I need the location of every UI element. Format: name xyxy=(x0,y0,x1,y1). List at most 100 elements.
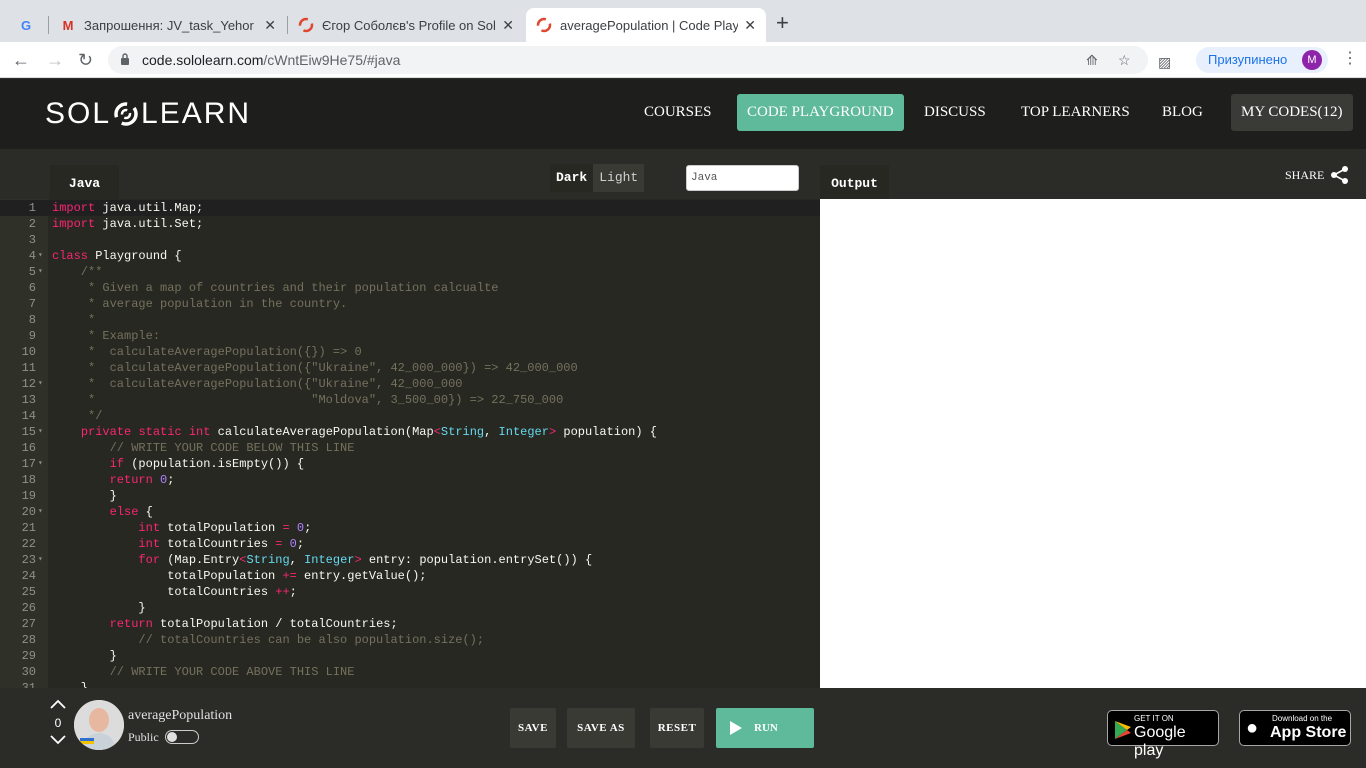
output-panel xyxy=(820,199,1366,688)
code-line[interactable]: 8 * xyxy=(0,312,820,328)
reset-button[interactable]: RESET xyxy=(650,708,704,748)
public-toggle[interactable] xyxy=(165,730,199,744)
code-line[interactable]: 14 */ xyxy=(0,408,820,424)
code-line[interactable]: 7 * average population in the country. xyxy=(0,296,820,312)
line-number: 8 xyxy=(28,313,36,327)
close-icon[interactable]: ✕ xyxy=(264,17,276,34)
code-line[interactable]: 20 ▾ else { xyxy=(0,504,820,520)
fold-arrow-icon[interactable]: ▾ xyxy=(38,504,43,520)
code-line[interactable]: 18 return 0; xyxy=(0,472,820,488)
line-number: 30 xyxy=(21,665,36,679)
save-button[interactable]: SAVE xyxy=(510,708,556,748)
output-tab[interactable]: Output xyxy=(820,165,889,199)
save-as-button[interactable]: SAVE AS xyxy=(567,708,635,748)
code-text: } xyxy=(52,601,146,615)
nav-blog[interactable]: BLOG xyxy=(1152,94,1213,131)
nav-my-codes[interactable]: MY CODES(12) xyxy=(1231,94,1353,131)
profile-button[interactable]: Призупинено M xyxy=(1196,47,1328,73)
code-line[interactable]: 10 * calculateAveragePopulation({}) => 0 xyxy=(0,344,820,360)
code-editor[interactable]: 1 import java.util.Map; 2 import java.util.… xyxy=(0,199,820,688)
more-vert-icon[interactable]: ⋮ xyxy=(1342,50,1358,68)
code-line[interactable]: 22 int totalCountries = 0; xyxy=(0,536,820,552)
code-line[interactable]: 6 * Given a map of countries and their p… xyxy=(0,280,820,296)
close-icon[interactable]: ✕ xyxy=(744,17,756,34)
nav-courses[interactable]: COURSES xyxy=(634,94,722,131)
fold-arrow-icon[interactable]: ▾ xyxy=(38,248,43,264)
code-line[interactable]: 31 } xyxy=(0,680,820,688)
back-arrow-icon[interactable]: ← xyxy=(12,50,30,70)
fold-arrow-icon[interactable]: ▾ xyxy=(38,264,43,280)
code-text: int totalCountries = 0; xyxy=(138,537,305,551)
fold-arrow-icon[interactable]: ▾ xyxy=(38,456,43,472)
star-icon[interactable]: ☆ xyxy=(1118,52,1131,69)
translate-icon[interactable]: ⟰ xyxy=(1086,52,1098,69)
code-text: return totalPopulation / totalCountries; xyxy=(109,617,398,631)
code-line[interactable]: 15 ▾ private static int calculateAverageP… xyxy=(0,424,820,440)
apple-icon: ● xyxy=(1246,717,1259,739)
tab-profile[interactable]: Єгор Соболєв's Profile on Solo ✕ xyxy=(288,8,524,42)
reload-icon[interactable]: ↻ xyxy=(78,50,93,70)
code-line[interactable]: 2 import java.util.Set; xyxy=(0,216,820,232)
theme-light-button[interactable]: Light xyxy=(593,164,644,192)
fold-arrow-icon[interactable]: ▾ xyxy=(38,424,43,440)
code-line[interactable]: 23 ▾ for (Map.Entry<String, Integer> entr… xyxy=(0,552,820,568)
forward-arrow-icon[interactable]: → xyxy=(46,50,64,70)
extension-icon[interactable]: ▨ xyxy=(1158,52,1171,72)
editor-language-tab[interactable]: Java xyxy=(50,165,119,199)
tab-google[interactable]: G xyxy=(8,8,48,42)
sololearn-logo[interactable]: SOL LEARN xyxy=(45,97,251,131)
code-line[interactable]: 28 // totalCountries can be also populat… xyxy=(0,632,820,648)
nav-top-learners[interactable]: TOP LEARNERS xyxy=(1011,94,1140,131)
line-number: 5 xyxy=(28,265,36,279)
run-button[interactable]: RUN xyxy=(716,708,814,748)
code-line[interactable]: 12 ▾ * calculateAveragePopulation({"Ukrai… xyxy=(0,376,820,392)
code-line[interactable]: 1 import java.util.Map; xyxy=(0,200,820,216)
downvote-icon[interactable] xyxy=(50,735,66,745)
code-line[interactable]: 29 } xyxy=(0,648,820,664)
app-store-small-text: Download on the xyxy=(1272,714,1333,723)
new-tab-plus-icon[interactable]: + xyxy=(776,12,789,34)
sololearn-icon xyxy=(536,17,552,33)
theme-dark-button[interactable]: Dark xyxy=(550,164,594,192)
app-store-badge[interactable]: ● Download on the App Store xyxy=(1239,710,1351,746)
code-line[interactable]: 16 // WRITE YOUR CODE BELOW THIS LINE xyxy=(0,440,820,456)
line-number: 28 xyxy=(21,633,36,647)
code-line[interactable]: 3 xyxy=(0,232,820,248)
code-text: class Playground { xyxy=(52,249,182,263)
nav-discuss[interactable]: DISCUSS xyxy=(914,94,996,131)
tab-gmail[interactable]: M Запрошення: JV_task_Yehor @ ✕ xyxy=(50,8,286,42)
code-line[interactable]: 26 } xyxy=(0,600,820,616)
nav-code-playground[interactable]: CODE PLAYGROUND xyxy=(737,94,904,131)
code-line[interactable]: 27 return totalPopulation / totalCountri… xyxy=(0,616,820,632)
code-line[interactable]: 4 ▾ class Playground { xyxy=(0,248,820,264)
line-number: 23 xyxy=(21,553,36,567)
code-line[interactable]: 21 int totalPopulation = 0; xyxy=(0,520,820,536)
code-line[interactable]: 19 } xyxy=(0,488,820,504)
upvote-icon[interactable] xyxy=(50,699,66,709)
code-line[interactable]: 30 // WRITE YOUR CODE ABOVE THIS LINE xyxy=(0,664,820,680)
tab-average-population[interactable]: averagePopulation | Code Playg ✕ xyxy=(526,8,766,42)
code-line[interactable]: 24 totalPopulation += entry.getValue(); xyxy=(0,568,820,584)
code-text: } xyxy=(52,649,117,663)
address-bar[interactable]: code.sololearn.com/cWntEiw9He75/#java ⟰ … xyxy=(108,46,1148,74)
logo-text-left: SOL xyxy=(45,97,112,130)
close-icon[interactable]: ✕ xyxy=(502,17,514,34)
code-line[interactable]: 9 * Example: xyxy=(0,328,820,344)
share-button[interactable]: SHARE xyxy=(1285,165,1350,185)
fold-arrow-icon[interactable]: ▾ xyxy=(38,376,43,392)
language-select[interactable]: Java xyxy=(686,165,799,191)
code-line[interactable]: 5 ▾ /** xyxy=(0,264,820,280)
site-header: SOL LEARN COURSES CODE PLAYGROUND DISCUS… xyxy=(0,79,1366,149)
code-line[interactable]: 13 * "Moldova", 3_500_00}) => 22_750_000 xyxy=(0,392,820,408)
code-line[interactable]: 25 totalCountries ++; xyxy=(0,584,820,600)
code-line[interactable]: 11 * calculateAveragePopulation({"Ukrain… xyxy=(0,360,820,376)
fold-arrow-icon[interactable]: ▾ xyxy=(38,552,43,568)
line-number: 29 xyxy=(21,649,36,663)
code-line[interactable]: 17 ▾ if (population.isEmpty()) { xyxy=(0,456,820,472)
avatar[interactable] xyxy=(74,700,124,750)
google-play-badge[interactable]: GET IT ON Google play xyxy=(1107,710,1219,759)
code-text: * "Moldova", 3_500_00}) => 22_750_000 xyxy=(52,393,564,407)
code-playground: Java Dark Light Java Output SHARE 1 impor… xyxy=(0,149,1366,688)
url-text: code.sololearn.com/cWntEiw9He75/#java xyxy=(142,52,400,68)
tab-title: averagePopulation | Code Playg xyxy=(560,17,739,33)
